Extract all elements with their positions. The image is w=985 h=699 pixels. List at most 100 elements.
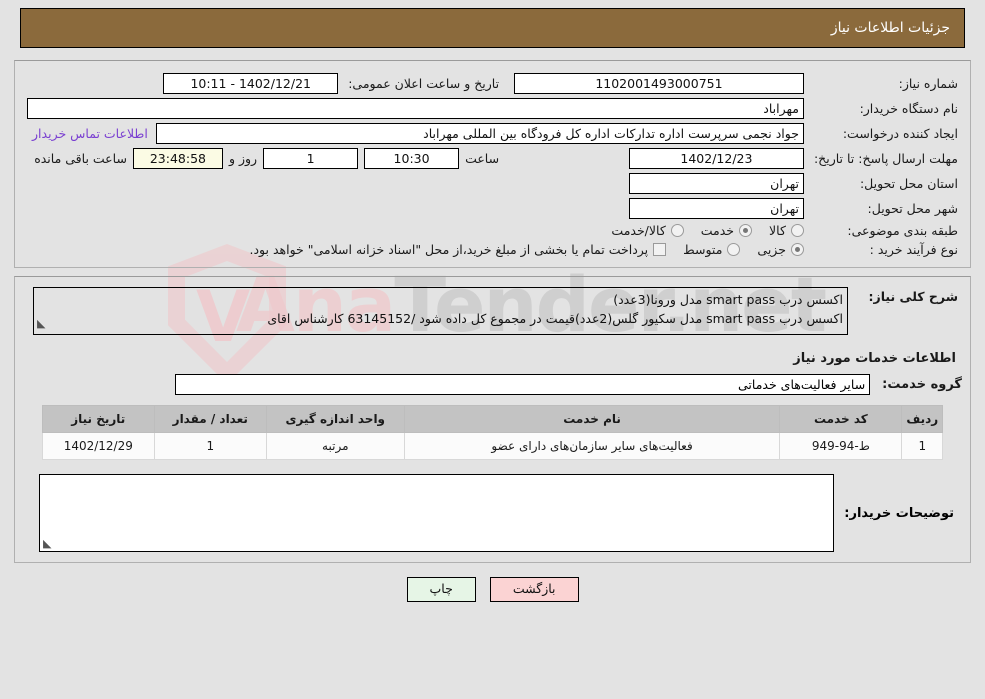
service-group-label: گروه خدمت: <box>882 377 962 392</box>
category-label: طبقه بندی موضوعی: <box>847 223 958 238</box>
row-description: شرح کلی نیاز: اکسس درب smart pass مدل ور… <box>23 285 962 337</box>
radio-category-khedmat-label: خدمت <box>700 223 735 238</box>
announce-datetime-field: 1402/12/21 - 10:11 <box>163 73 339 94</box>
buyer-org-field: مهراباد <box>27 98 804 119</box>
description-box-cell: اکسس درب smart pass مدل ورونا(3عدد) اکسس… <box>23 285 852 337</box>
page-title-bar: جزئیات اطلاعات نیاز <box>20 8 965 48</box>
deadline-date-field: 1402/12/23 <box>628 148 804 169</box>
col-header-code: کد خدمت <box>779 405 903 433</box>
deadline-time-cell: ساعت 10:30 1 روز و 23:48:58 ساعت باقی ما… <box>23 146 503 171</box>
table-row: 1 ط-94-949 فعالیت‌های سایر سازمان‌های دا… <box>41 432 944 460</box>
row1-spacer <box>23 71 152 96</box>
city-field: تهران <box>628 198 804 219</box>
description-label: شرح کلی نیاز: <box>868 289 958 304</box>
row-creator: ایجاد کننده درخواست: جواد نجمی سرپرست اد… <box>23 121 962 146</box>
province-field: تهران <box>628 173 804 194</box>
services-table-body: 1 ط-94-949 فعالیت‌های سایر سازمان‌های دا… <box>41 432 944 460</box>
col-header-unit: واحد اندازه گیری <box>265 405 405 433</box>
row-buyer-org: نام دستگاه خریدار: مهراباد <box>23 96 962 121</box>
action-button-bar: بازگشت چاپ <box>0 577 985 612</box>
contact-link-cell: اطلاعات تماس خریدار <box>23 121 152 146</box>
city-field-cell: تهران <box>23 196 808 221</box>
deadline-label: مهلت ارسال پاسخ: تا تاریخ: <box>813 151 958 166</box>
days-label: روز و <box>228 151 258 166</box>
process-label: نوع فرآیند خرید : <box>869 242 958 257</box>
col-header-name: نام خدمت <box>403 405 781 433</box>
creator-field-cell: جواد نجمی سرپرست اداره تدارکات اداره کل … <box>152 121 808 146</box>
radio-category-khedmat[interactable] <box>739 224 753 237</box>
radio-category-kala[interactable] <box>790 224 804 237</box>
hour-label: ساعت <box>465 151 500 166</box>
province-label: استان محل تحویل: <box>859 176 958 191</box>
deadline-date-cell: 1402/12/23 <box>503 146 808 171</box>
row-need-number: شماره نیاز: 1102001493000751 تاریخ و ساع… <box>23 71 962 96</box>
radio-process-jozii[interactable] <box>790 243 804 256</box>
cell-service-name: فعالیت‌های سایر سازمان‌های دارای عضو <box>403 432 781 460</box>
deadline-hour-field: 10:30 <box>364 148 460 169</box>
print-button[interactable]: چاپ <box>406 577 476 602</box>
cell-service-code: ط-94-949 <box>779 432 903 460</box>
description-line-2: اکسس درب smart pass مدل سکیور گلس(2عدد)ق… <box>267 311 843 326</box>
col-header-date: تاریخ نیاز <box>41 405 155 433</box>
province-field-cell: تهران <box>23 171 808 196</box>
process-radio-group: جزیی متوسط پرداخت تمام یا بخشی از مبلغ خ… <box>27 242 804 257</box>
countdown-label: ساعت باقی مانده <box>34 151 127 166</box>
service-group-field: سایر فعالیت‌های خدماتی <box>175 374 871 395</box>
treasury-note-text: پرداخت تمام یا بخشی از مبلغ خرید،از محل … <box>249 242 649 257</box>
buyer-comments-row: توضیحات خریدار: ◢ <box>31 474 954 552</box>
comments-resize-grip-icon[interactable]: ◢ <box>43 537 51 550</box>
checkbox-treasury-documents[interactable] <box>653 243 667 256</box>
services-header-row: ردیف کد خدمت نام خدمت واحد اندازه گیری ت… <box>41 405 944 433</box>
services-section-title: اطلاعات خدمات مورد نیاز <box>793 351 956 366</box>
services-table: ردیف کد خدمت نام خدمت واحد اندازه گیری ت… <box>41 405 944 460</box>
cell-unit: مرتبه <box>265 432 405 460</box>
page-root: جزئیات اطلاعات نیاز شماره نیاز: 11020014… <box>0 8 985 612</box>
row-deadline: مهلت ارسال پاسخ: تا تاریخ: 1402/12/23 سا… <box>23 146 962 171</box>
remaining-days-field: 1 <box>263 148 359 169</box>
radio-category-kala-khedmat[interactable] <box>670 224 684 237</box>
need-number-field-cell: 1102001493000751 <box>503 71 808 96</box>
city-label: شهر محل تحویل: <box>867 201 958 216</box>
radio-process-motavaset[interactable] <box>727 243 741 256</box>
need-number-label: شماره نیاز: <box>898 76 958 91</box>
radio-category-kala-label: کالا <box>769 223 786 238</box>
services-panel: شرح کلی نیاز: اکسس درب smart pass مدل ور… <box>14 276 971 563</box>
service-group-row: گروه خدمت: سایر فعالیت‌های خدماتی <box>23 374 962 395</box>
need-info-table: شماره نیاز: 1102001493000751 تاریخ و ساع… <box>23 71 962 259</box>
buyer-org-field-cell: مهراباد <box>23 96 808 121</box>
back-button[interactable]: بازگشت <box>489 577 579 602</box>
row-province: استان محل تحویل: تهران <box>23 171 962 196</box>
countdown-field: 23:48:58 <box>132 148 223 169</box>
category-radio-group: کالا خدمت کالا/خدمت <box>27 223 804 238</box>
radio-process-jozii-label: جزیی <box>757 242 786 257</box>
cell-need-date: 1402/12/29 <box>41 432 155 460</box>
announce-field-cell: 1402/12/21 - 10:11 <box>152 71 342 96</box>
description-table: شرح کلی نیاز: اکسس درب smart pass مدل ور… <box>23 285 962 337</box>
deadline-time-group: ساعت 10:30 1 روز و 23:48:58 ساعت باقی ما… <box>27 148 499 169</box>
row-process: نوع فرآیند خرید : جزیی متوسط پرداخت تمام… <box>23 240 962 259</box>
buyer-comments-label: توضیحات خریدار: <box>844 506 954 521</box>
need-number-field: 1102001493000751 <box>513 73 804 94</box>
description-line-1: اکسس درب smart pass مدل ورونا(3عدد) <box>613 292 843 307</box>
radio-process-motavaset-label: متوسط <box>683 242 723 257</box>
cell-quantity: 1 <box>153 432 267 460</box>
radio-category-kala-khedmat-label: کالا/خدمت <box>611 223 666 238</box>
creator-field: جواد نجمی سرپرست اداره تدارکات اداره کل … <box>155 123 804 144</box>
buyer-comments-box: ◢ <box>39 474 834 552</box>
buyer-contact-link[interactable]: اطلاعات تماس خریدار <box>32 126 148 141</box>
col-header-qty: تعداد / مقدار <box>153 405 267 433</box>
resize-grip-icon[interactable]: ◢ <box>37 314 45 333</box>
col-header-row: ردیف <box>901 405 944 433</box>
buyer-org-label: نام دستگاه خریدار: <box>859 101 958 116</box>
services-table-head: ردیف کد خدمت نام خدمت واحد اندازه گیری ت… <box>41 405 944 433</box>
row-city: شهر محل تحویل: تهران <box>23 196 962 221</box>
announce-label: تاریخ و ساعت اعلان عمومی: <box>348 76 500 91</box>
category-options-cell: کالا خدمت کالا/خدمت <box>23 221 808 240</box>
page-title: جزئیات اطلاعات نیاز <box>830 20 950 36</box>
process-options-cell: جزیی متوسط پرداخت تمام یا بخشی از مبلغ خ… <box>23 240 808 259</box>
need-info-panel: شماره نیاز: 1102001493000751 تاریخ و ساع… <box>14 60 971 268</box>
description-box: اکسس درب smart pass مدل ورونا(3عدد) اکسس… <box>33 287 848 335</box>
creator-label: ایجاد کننده درخواست: <box>842 126 958 141</box>
cell-row-index: 1 <box>901 432 944 460</box>
row-category: طبقه بندی موضوعی: کالا خدمت کالا/خدمت <box>23 221 962 240</box>
